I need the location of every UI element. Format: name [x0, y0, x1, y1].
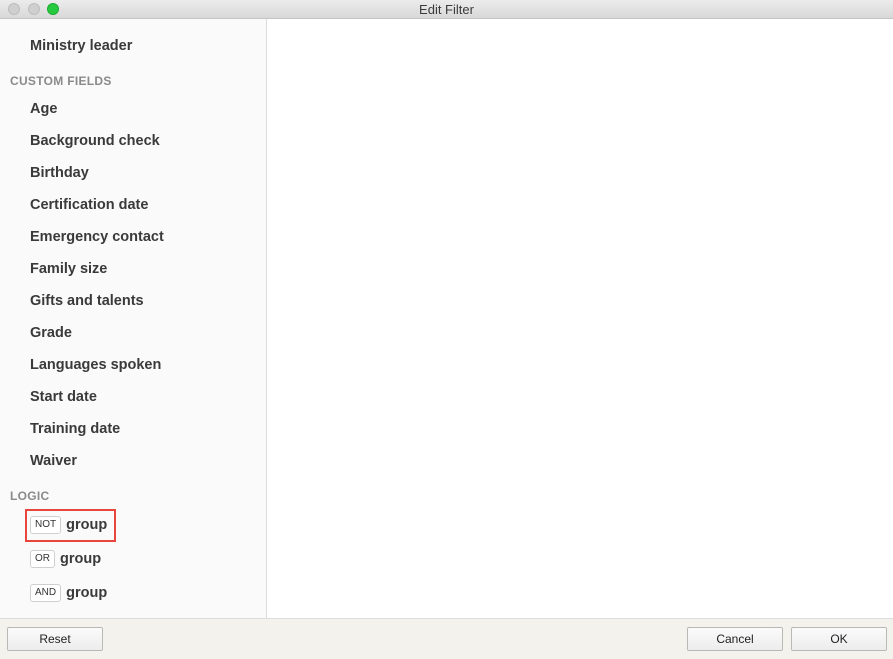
- section-header-logic: LOGIC: [10, 489, 50, 503]
- and-operator-badge: AND: [30, 584, 62, 602]
- title-bar: Edit Filter: [0, 0, 893, 19]
- sidebar-item-waiver[interactable]: Waiver: [30, 453, 77, 469]
- logic-item-or-group[interactable]: OR group: [30, 548, 101, 570]
- ok-button[interactable]: OK: [791, 627, 887, 651]
- logic-item-label: group: [66, 585, 108, 601]
- sidebar-item-ministry-leader[interactable]: Ministry leader: [30, 38, 132, 54]
- window-title: Edit Filter: [419, 2, 474, 17]
- sidebar-item-background-check[interactable]: Background check: [30, 133, 160, 149]
- logic-item-label: group: [60, 551, 102, 567]
- highlight-box: [25, 509, 116, 542]
- dialog-footer: Reset Cancel OK: [0, 618, 893, 659]
- sidebar-item-emergency-contact[interactable]: Emergency contact: [30, 229, 164, 245]
- sidebar-item-family-size[interactable]: Family size: [30, 261, 107, 277]
- cut-off-item: [30, 19, 185, 21]
- logic-item-and-group[interactable]: AND group: [30, 582, 107, 604]
- sidebar-item-languages-spoken[interactable]: Languages spoken: [30, 357, 161, 373]
- sidebar-item-birthday[interactable]: Birthday: [30, 165, 89, 181]
- reset-button[interactable]: Reset: [7, 627, 103, 651]
- filter-canvas[interactable]: [267, 19, 893, 618]
- sidebar-item-age[interactable]: Age: [30, 101, 57, 117]
- sidebar-item-training-date[interactable]: Training date: [30, 421, 120, 437]
- sidebar-item-certification-date[interactable]: Certification date: [30, 197, 148, 213]
- sidebar-item-grade[interactable]: Grade: [30, 325, 72, 341]
- section-header-custom-fields: CUSTOM FIELDS: [10, 74, 112, 88]
- or-operator-badge: OR: [30, 550, 55, 568]
- filter-sidebar[interactable]: Ministry leader CUSTOM FIELDS Age Backgr…: [0, 19, 267, 618]
- sidebar-item-start-date[interactable]: Start date: [30, 389, 97, 405]
- sidebar-item-gifts-and-talents[interactable]: Gifts and talents: [30, 293, 144, 309]
- cancel-button[interactable]: Cancel: [687, 627, 783, 651]
